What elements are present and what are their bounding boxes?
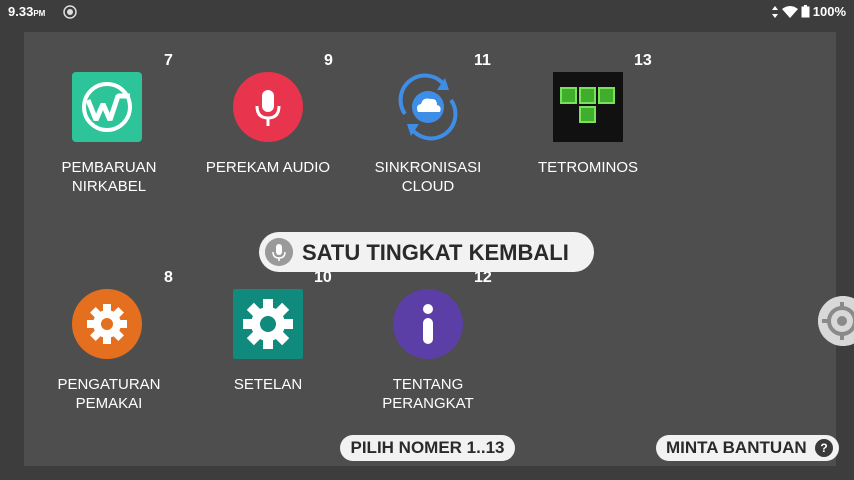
app-label: PEREKAM AUDIO — [205, 159, 331, 176]
app-label: SINKRONISASI CLOUD — [374, 159, 482, 195]
app-number: 9 — [324, 52, 333, 69]
user-settings-gear-icon — [72, 289, 142, 359]
help-question-icon: ? — [815, 439, 833, 457]
app-label: SETELAN — [233, 376, 303, 393]
notification-icon — [63, 5, 77, 19]
data-arrows-icon — [771, 5, 778, 18]
app-user-settings[interactable]: 8 PENGATURAN PEMAKAI — [24, 249, 194, 439]
app-label: PEMBARUAN NIRKABEL — [61, 159, 157, 195]
help-label: MINTA BANTUAN — [666, 438, 807, 457]
app-label: PENGATURAN PEMAKAI — [57, 376, 161, 412]
app-settings[interactable]: 10 SETELAN — [183, 249, 353, 439]
battery-icon — [801, 5, 810, 18]
info-icon — [393, 289, 463, 359]
app-label: TENTANG PERANGKAT — [382, 376, 474, 412]
battery-level: 100% — [812, 4, 846, 19]
help-button[interactable]: MINTA BANTUAN ? — [656, 435, 839, 461]
clock: 9.33PM — [8, 4, 46, 19]
app-audio-recorder[interactable]: 9 PEREKAM AUDIO — [183, 32, 353, 222]
status-bar: 9.33PM 100% — [0, 0, 854, 24]
app-about-device[interactable]: 12 TENTANG PERANGKAT — [343, 249, 513, 439]
app-cloud-sync[interactable]: 11 SINKRONISASI CLOUD — [343, 32, 513, 222]
tetromino-icon — [553, 72, 623, 142]
app-number: 8 — [164, 269, 173, 286]
wifi-icon — [781, 5, 798, 18]
app-wireless-update[interactable]: 7 PEMBARUAN NIRKABEL — [24, 32, 194, 222]
pick-number-button[interactable]: PILIH NOMER 1..13 — [340, 435, 515, 461]
status-indicators: 100% — [771, 4, 846, 19]
app-tetrominos[interactable]: 13 TETROMINOS — [503, 32, 673, 222]
wireless-update-icon — [72, 72, 142, 142]
microphone-icon — [265, 238, 293, 266]
app-number: 7 — [164, 52, 173, 69]
voice-command-prompt[interactable]: SATU TINGKAT KEMBALI — [259, 232, 594, 272]
settings-gear-icon — [233, 289, 303, 359]
microphone-icon — [233, 72, 303, 142]
app-number: 11 — [474, 52, 491, 69]
voice-prompt-text: SATU TINGKAT KEMBALI — [302, 240, 569, 265]
app-label: TETROMINOS — [538, 159, 638, 176]
app-number: 13 — [634, 52, 652, 69]
cloud-sync-icon — [398, 73, 458, 141]
